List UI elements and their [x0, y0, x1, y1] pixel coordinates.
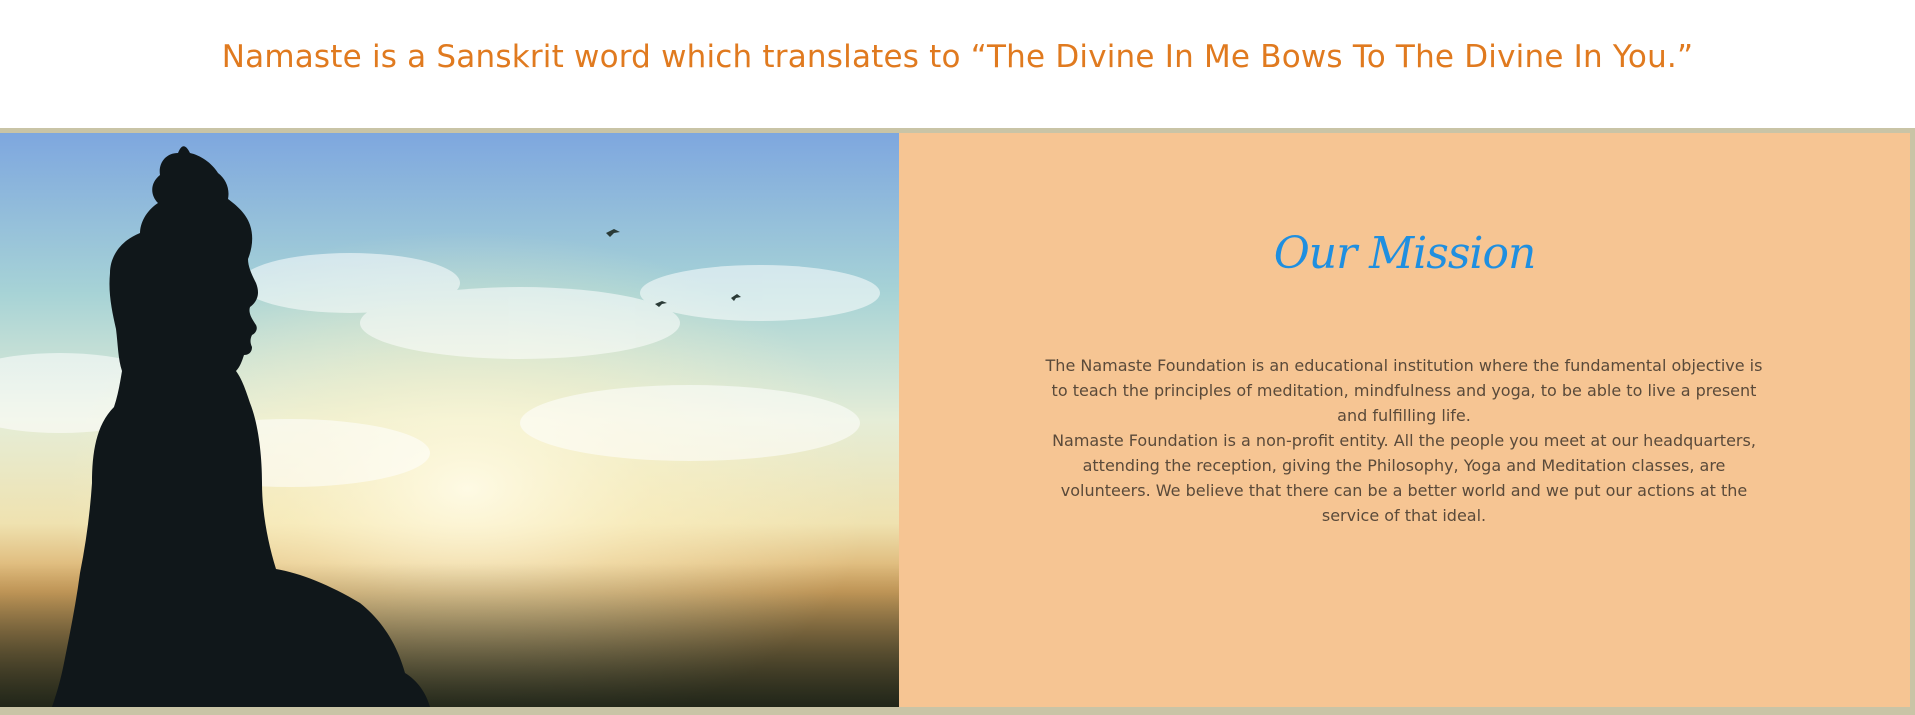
mission-paragraph-1: The Namaste Foundation is an educational… [1045, 356, 1763, 425]
buddha-silhouette-image [0, 133, 899, 707]
mission-panel: Our Mission The Namaste Foundation is an… [899, 133, 1910, 707]
tagline-text: Namaste is a Sanskrit word which transla… [221, 39, 1694, 75]
tagline-section: Namaste is a Sanskrit word which transla… [0, 0, 1915, 128]
mission-body: The Namaste Foundation is an educational… [1044, 353, 1764, 528]
mission-paragraph-2: Namaste Foundation is a non-profit entit… [1052, 431, 1756, 525]
photo-graphic [0, 133, 899, 707]
mission-title: Our Mission [1273, 228, 1537, 279]
